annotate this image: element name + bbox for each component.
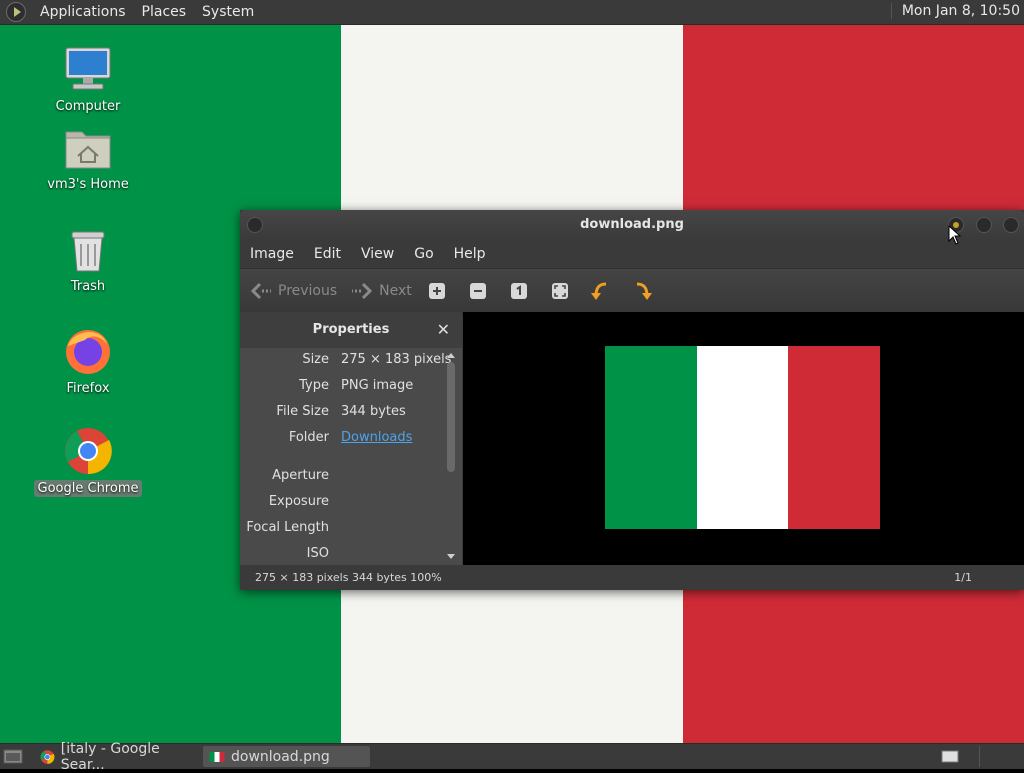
desktop-icon-label: Trash [70,279,106,294]
properties-header: Properties ✕ [240,312,462,348]
menu-go[interactable]: Go [404,246,443,262]
zoom-out-button[interactable] [467,280,489,302]
property-key: Aperture [272,468,329,483]
property-row-type: Type PNG image [240,378,444,398]
close-properties-button[interactable]: ✕ [437,320,450,339]
firefox-icon [66,330,110,374]
property-row-folder: Folder Downloads [240,430,444,450]
chrome-icon [40,749,55,764]
desktop-icon-firefox[interactable]: Firefox [28,326,148,397]
normal-size-button[interactable] [508,280,530,302]
system-menu[interactable]: System [194,4,262,20]
workspace-switcher-icon[interactable] [941,750,959,763]
menu-view[interactable]: View [351,246,404,262]
property-key: Type [299,378,329,393]
best-fit-icon [551,283,568,299]
chrome-icon [65,428,112,475]
properties-scrollbar[interactable] [445,352,457,564]
scroll-up-icon[interactable] [447,352,455,358]
zoom-in-button[interactable] [426,280,448,302]
places-menu[interactable]: Places [134,4,195,20]
rotate-left-button[interactable] [590,280,612,302]
property-row-focal-length: Focal Length [240,520,444,540]
property-key: Exposure [268,494,329,509]
property-row-aperture: Aperture [240,468,444,488]
clock[interactable]: Mon Jan 8, 10:50 [890,3,1020,19]
desktop-icon-label: Computer [55,99,121,114]
scrollbar-thumb[interactable] [447,362,455,472]
property-row-exposure: Exposure [240,494,444,514]
applications-menu[interactable]: Applications [32,4,134,20]
zoom-out-icon [469,283,486,299]
folder-link[interactable]: Downloads [341,430,412,445]
toolbar: Previous Next [240,268,1024,314]
property-key: Size [302,352,329,367]
window-title: download.png [580,217,684,232]
mouse-cursor-icon [948,225,962,245]
taskbar-item-download-png[interactable]: download.png [203,746,370,767]
normal-size-icon [510,283,527,299]
property-value: PNG image [341,378,414,393]
menu-help[interactable]: Help [444,246,496,262]
window-titlebar[interactable]: download.png [240,210,1024,240]
desktop-icon-label: Firefox [66,381,110,396]
property-key: Folder [288,430,329,445]
close-window-button[interactable] [1003,217,1019,233]
previous-label: Previous [278,283,338,299]
property-row-size: Size 275 × 183 pixels [240,352,451,372]
menu-image[interactable]: Image [240,246,304,262]
next-button[interactable]: Next [351,282,412,300]
top-panel: Applications Places System Mon Jan 8, 10… [0,0,1024,25]
desktop-icon-trash[interactable]: Trash [28,228,148,295]
flag-red-band [788,346,881,529]
status-image-info: 275 × 183 pixels 344 bytes 100% [255,571,442,584]
scroll-down-icon[interactable] [447,554,455,560]
statusbar: 275 × 183 pixels 344 bytes 100% 1/1 [240,565,1024,590]
trash-icon [71,231,105,272]
rotate-right-icon [636,282,652,300]
italy-flag-icon [209,751,225,762]
bottom-panel: [italy - Google Sear... download.png [0,741,1024,773]
menubar: Image Edit View Go Help [240,240,1024,268]
taskbar-item-chrome[interactable]: [italy - Google Sear... [34,741,197,773]
desktop-icon-label: Google Chrome [33,480,143,497]
best-fit-button[interactable] [549,280,571,302]
property-row-file-size: File Size 344 bytes [240,404,444,424]
desktop-icon-chrome[interactable]: Google Chrome [28,426,148,497]
taskbar-item-label: download.png [231,748,330,765]
show-desktop-icon[interactable] [3,748,23,764]
distro-logo-icon[interactable] [6,2,26,22]
property-row-iso: ISO [240,546,444,566]
zoom-in-icon [428,283,445,299]
home-folder-icon [65,131,111,169]
property-key: ISO [306,546,329,561]
desktop-icon-label: vm3's Home [47,177,129,192]
rotate-right-button[interactable] [631,280,653,302]
menu-edit[interactable]: Edit [304,246,351,262]
rotate-left-icon [590,282,606,300]
property-key: File Size [276,404,329,419]
flag-white-band [696,346,789,529]
maximize-button[interactable] [976,217,992,233]
flag-green-band [605,346,697,529]
desktop-icon-computer[interactable]: Computer [28,44,148,115]
desktop-icon-home[interactable]: vm3's Home [28,126,148,193]
properties-title: Properties [312,322,390,337]
arrow-right-icon [352,282,373,300]
properties-pane: Properties ✕ Size 275 × 183 pixels Type … [240,312,462,565]
previous-button[interactable]: Previous [250,282,337,300]
status-image-index: 1/1 [954,571,972,584]
property-value: 275 × 183 pixels [341,352,452,367]
arrow-left-icon [250,282,271,300]
displayed-image-italy-flag [605,346,881,529]
image-viewer-window: download.png Image Edit View Go Help Pre… [240,210,1024,590]
next-label: Next [379,283,412,299]
property-value: 344 bytes [341,404,406,419]
property-key: Focal Length [246,520,329,535]
panel-separator [979,746,980,767]
image-canvas[interactable] [463,312,1024,565]
computer-icon [65,47,111,90]
